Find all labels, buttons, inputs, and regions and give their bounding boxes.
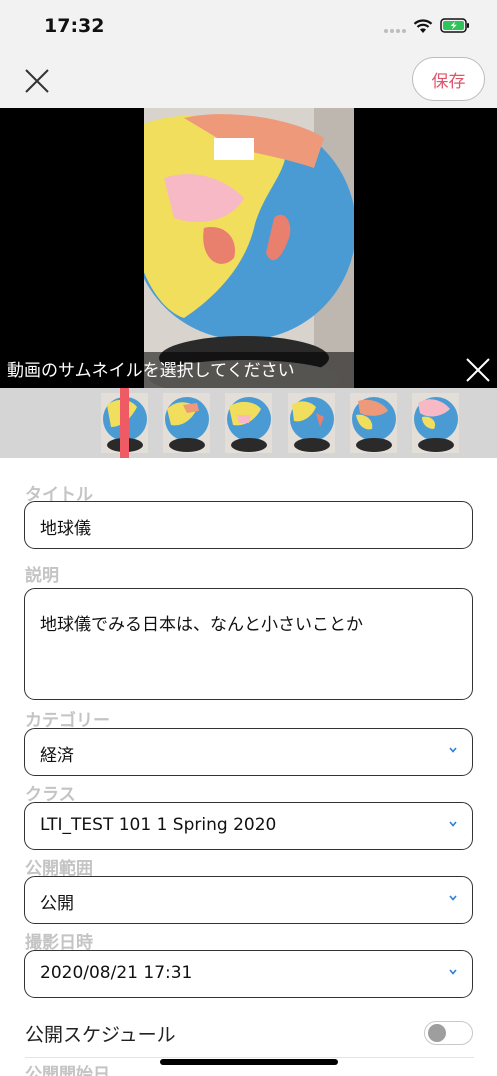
schedule-label: 公開スケジュール — [25, 1024, 176, 1046]
signal-icon — [384, 29, 406, 33]
close-caption-icon[interactable] — [464, 356, 492, 384]
visibility-select[interactable]: 公開 — [24, 876, 473, 924]
schedule-toggle[interactable] — [424, 1021, 473, 1045]
divider — [25, 1057, 474, 1058]
thumbnail-strip[interactable] — [0, 388, 497, 458]
close-icon[interactable] — [20, 64, 54, 98]
chevron-down-icon — [449, 895, 457, 901]
description-value: 地球儀でみる日本は、なんと小さいことか — [40, 615, 363, 635]
thumbnail-frame[interactable] — [288, 393, 335, 453]
thumbnail-frame[interactable] — [225, 393, 272, 453]
category-value: 経済 — [40, 746, 74, 766]
visibility-value: 公開 — [40, 894, 74, 914]
status-time: 17:32 — [44, 15, 105, 37]
chevron-down-icon — [449, 821, 457, 827]
class-select[interactable]: LTI_TEST 101 1 Spring 2020 — [24, 802, 473, 850]
shot-datetime-picker[interactable]: 2020/08/21 17:31 — [24, 950, 473, 998]
thumbnail-frame[interactable] — [412, 393, 459, 453]
battery-charging-icon — [440, 18, 469, 33]
category-select[interactable]: 経済 — [24, 728, 473, 776]
description-label: 説明 — [25, 566, 59, 586]
publish-start-label: 公開開始日 — [25, 1065, 110, 1076]
title-value: 地球儀 — [40, 519, 91, 539]
thumbnail-frame[interactable] — [350, 393, 397, 453]
thumbnail-selection-marker[interactable] — [120, 388, 129, 458]
status-bar: 17:32 — [0, 0, 497, 54]
shot-datetime-value: 2020/08/21 17:31 — [40, 963, 193, 983]
thumbnail-caption: 動画のサムネイルを選択してください — [7, 361, 295, 381]
description-textarea[interactable]: 地球儀でみる日本は、なんと小さいことか — [24, 588, 473, 700]
globe-photo — [144, 108, 354, 388]
title-input[interactable]: 地球儀 — [24, 501, 473, 549]
toggle-knob — [428, 1024, 446, 1042]
wifi-icon — [413, 19, 433, 33]
home-indicator — [160, 1059, 338, 1065]
chevron-down-icon — [449, 969, 457, 975]
chevron-down-icon — [449, 747, 457, 753]
nav-bar: 保存 — [0, 54, 497, 108]
save-button[interactable]: 保存 — [412, 57, 485, 101]
video-preview: 動画のサムネイルを選択してください — [0, 108, 497, 388]
thumbnail-frame[interactable] — [163, 393, 210, 453]
class-value: LTI_TEST 101 1 Spring 2020 — [40, 815, 277, 835]
